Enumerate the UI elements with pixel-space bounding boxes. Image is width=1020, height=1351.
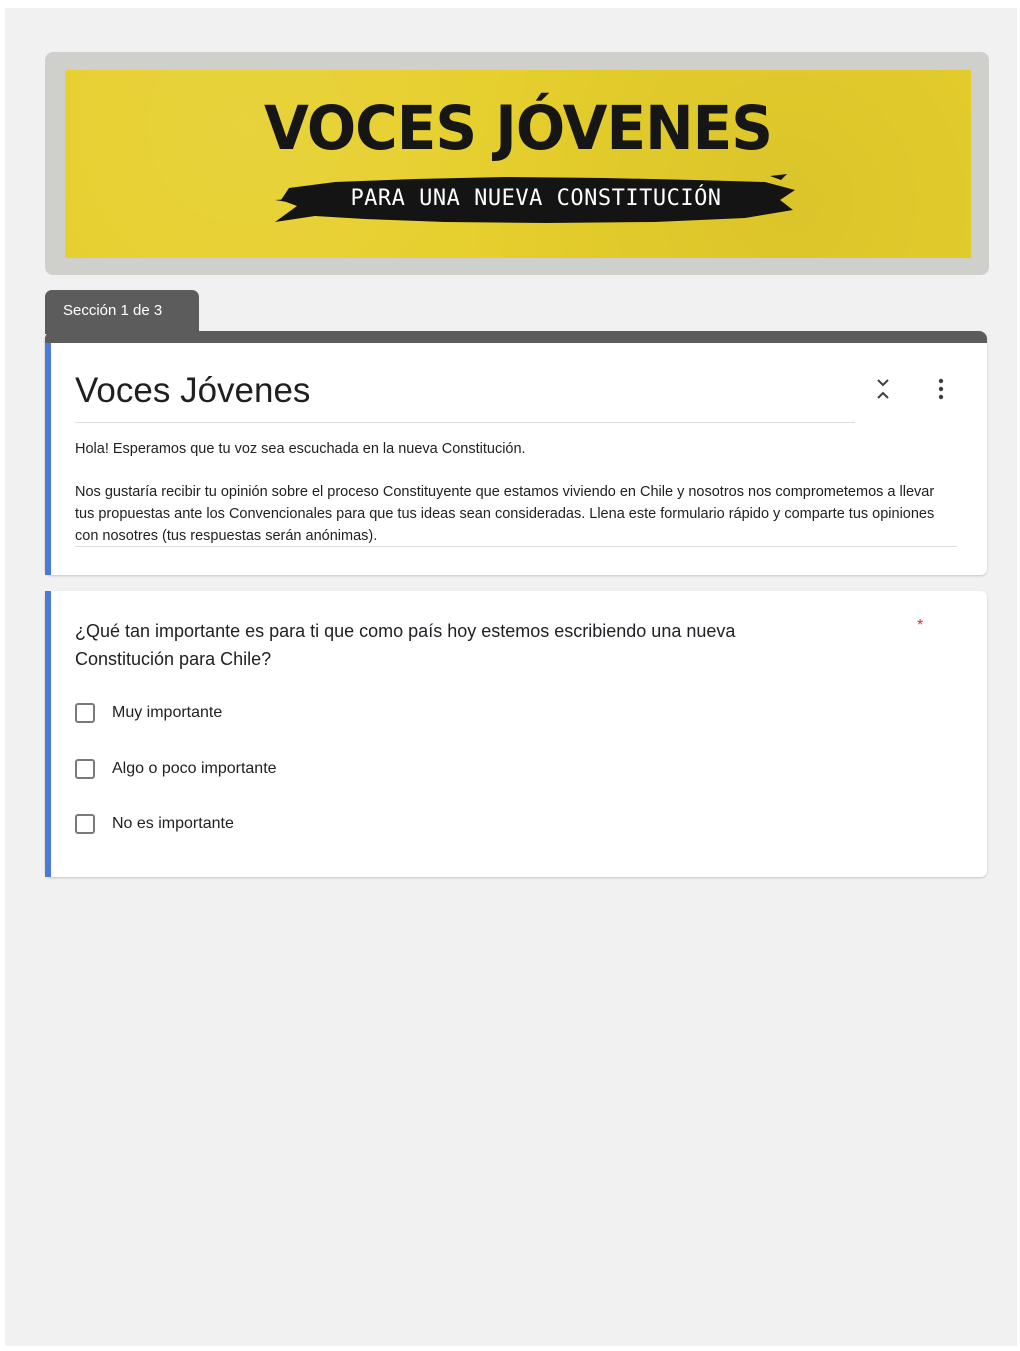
required-indicator: *: [917, 617, 924, 634]
active-card-accent: [45, 591, 51, 877]
checkbox[interactable]: [75, 703, 95, 723]
form-description-intro: Hola! Esperamos que tu voz sea escuchada…: [75, 441, 526, 457]
banner-image: VOCES JÓVENES PARA UNA NUEVA CONSTITUCIÓ…: [65, 70, 971, 258]
question-title: ¿Qué tan importante es para ti que como …: [75, 621, 736, 669]
option-label: Muy importante: [112, 704, 223, 721]
form-header-card: Voces Jóvenes Hola! Esperamos que tu voz…: [45, 331, 987, 575]
section-indicator: Sección 1 de 3: [45, 290, 199, 334]
option-label: No es importante: [112, 815, 234, 832]
header-banner: VOCES JÓVENES PARA UNA NUEVA CONSTITUCIÓ…: [45, 52, 989, 275]
option-algo-o-poco-importante[interactable]: Algo o poco importante: [75, 757, 277, 781]
option-muy-importante[interactable]: Muy importante: [75, 701, 222, 725]
option-label: Algo o poco importante: [112, 760, 277, 777]
checkbox[interactable]: [75, 814, 95, 834]
checkbox[interactable]: [75, 759, 95, 779]
active-card-accent: [45, 343, 51, 575]
option-no-es-importante[interactable]: No es importante: [75, 812, 234, 836]
brush-stroke: PARA UNA NUEVA CONSTITUCIÓN: [275, 170, 797, 228]
form-description-body: Nos gustaría recibir tu opinión sobre el…: [75, 484, 935, 544]
banner-subtitle: PARA UNA NUEVA CONSTITUCIÓN: [350, 186, 722, 211]
banner-title: VOCES JÓVENES: [263, 92, 773, 164]
question-card: ¿Qué tan importante es para ti que como …: [45, 591, 987, 877]
description-divider: [75, 546, 957, 547]
more-vert-icon[interactable]: [929, 375, 953, 403]
collapse-icon[interactable]: [871, 375, 895, 403]
title-divider: [75, 422, 855, 423]
form-page: VOCES JÓVENES PARA UNA NUEVA CONSTITUCIÓ…: [5, 8, 1017, 1346]
form-title: Voces Jóvenes: [75, 371, 311, 410]
